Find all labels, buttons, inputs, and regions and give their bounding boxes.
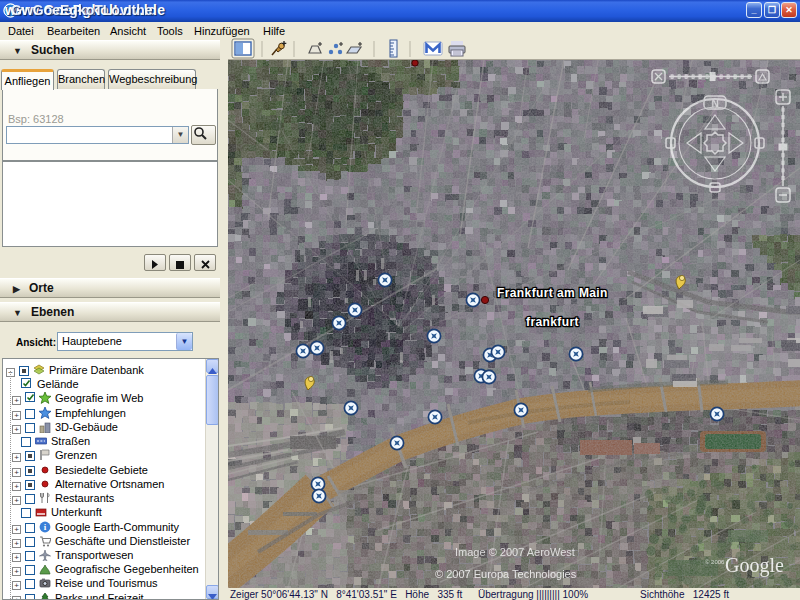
svg-text:© 2007 Europa Technologies: © 2007 Europa Technologies bbox=[435, 568, 577, 580]
svg-text:N: N bbox=[711, 98, 718, 109]
svg-text:frankfurt: frankfurt bbox=[526, 315, 579, 329]
svg-text:© 2006: © 2006 bbox=[705, 559, 725, 565]
svg-text:Google: Google bbox=[725, 554, 784, 577]
svg-text:Image © 2007 AeroWest: Image © 2007 AeroWest bbox=[455, 546, 575, 558]
svg-text:Frankfurt am Main: Frankfurt am Main bbox=[497, 286, 608, 300]
